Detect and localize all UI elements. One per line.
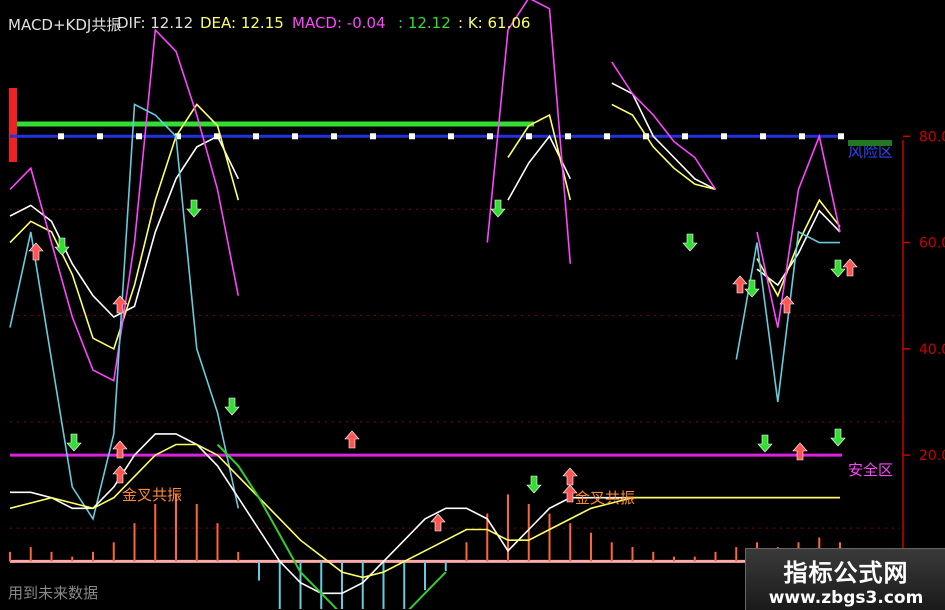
watermark-url: www.zbgs3.com bbox=[768, 588, 924, 608]
y-tick-label: 80.00 bbox=[919, 129, 945, 145]
value-readout: : 12.12 bbox=[398, 14, 451, 32]
up-arrow-icon bbox=[28, 242, 44, 261]
dif-readout: DIF: 12.12 bbox=[117, 14, 194, 32]
series-line-d bbox=[9, 103, 841, 351]
up-arrow-icon bbox=[344, 430, 360, 449]
down-arrow-icon bbox=[224, 397, 240, 416]
risk-dot bbox=[526, 133, 532, 140]
risk-dot bbox=[448, 133, 454, 140]
risk-dot bbox=[136, 133, 142, 140]
up-arrow-icon bbox=[562, 467, 578, 486]
risk-dot bbox=[370, 133, 376, 140]
down-arrow-icon bbox=[757, 434, 773, 453]
down-arrow-icon bbox=[830, 428, 846, 447]
macd-readout: MACD: -0.04 bbox=[292, 14, 386, 32]
risk-dot bbox=[682, 133, 688, 140]
indicator-title: MACD+KDJ共振 bbox=[8, 16, 122, 34]
down-arrow-icon bbox=[186, 199, 202, 218]
risk-dot bbox=[58, 133, 64, 140]
down-arrow-icon bbox=[830, 259, 846, 278]
up-arrow-icon bbox=[792, 442, 808, 461]
y-tick-label: 60.00 bbox=[919, 236, 945, 252]
risk-dot bbox=[721, 133, 727, 140]
k-readout: : K: 61.06 bbox=[458, 14, 531, 32]
dea-readout: DEA: 12.15 bbox=[200, 14, 284, 32]
risk-dot bbox=[604, 133, 610, 140]
risk-dot bbox=[292, 133, 298, 140]
risk-dot bbox=[409, 133, 415, 140]
up-arrow-icon bbox=[732, 275, 748, 294]
up-arrow-icon bbox=[430, 513, 446, 532]
chart-svg: 80.0060.0040.0020.000.00风险区安全区高安全金叉共振金叉共… bbox=[9, 0, 945, 609]
down-arrow-icon bbox=[526, 475, 542, 494]
y-tick-label: 40.00 bbox=[919, 342, 945, 358]
golden-cross-label: 金叉共振 bbox=[122, 486, 182, 504]
series-line-ma bbox=[216, 443, 447, 609]
risk-dot bbox=[331, 133, 337, 140]
marker-block bbox=[9, 88, 17, 162]
chart-area: 80.0060.0040.0020.000.00风险区安全区高安全金叉共振金叉共… bbox=[0, 0, 945, 609]
risk-dot bbox=[838, 133, 844, 140]
legend-swatch bbox=[848, 140, 892, 146]
golden-cross-label: 金叉共振 bbox=[575, 489, 635, 507]
risk-dot bbox=[760, 133, 766, 140]
down-arrow-icon bbox=[66, 433, 82, 452]
risk-dot bbox=[487, 133, 493, 140]
down-arrow-icon bbox=[490, 199, 506, 218]
risk-dot bbox=[565, 133, 571, 140]
footer-note: 用到未来数据 bbox=[8, 584, 99, 602]
down-arrow-icon bbox=[682, 233, 698, 252]
y-tick-label: 20.00 bbox=[919, 448, 945, 464]
safe-zone-label: 安全区 bbox=[848, 461, 893, 479]
risk-dot bbox=[253, 133, 259, 140]
watermark-title: 指标公式网 bbox=[783, 559, 909, 587]
series-line-rsv bbox=[9, 103, 840, 521]
watermark: 指标公式网 www.zbgs3.com bbox=[745, 548, 945, 610]
risk-dot bbox=[97, 133, 103, 140]
up-arrow-icon bbox=[842, 258, 858, 277]
risk-dot bbox=[799, 133, 805, 140]
series-line-j bbox=[9, 0, 841, 382]
